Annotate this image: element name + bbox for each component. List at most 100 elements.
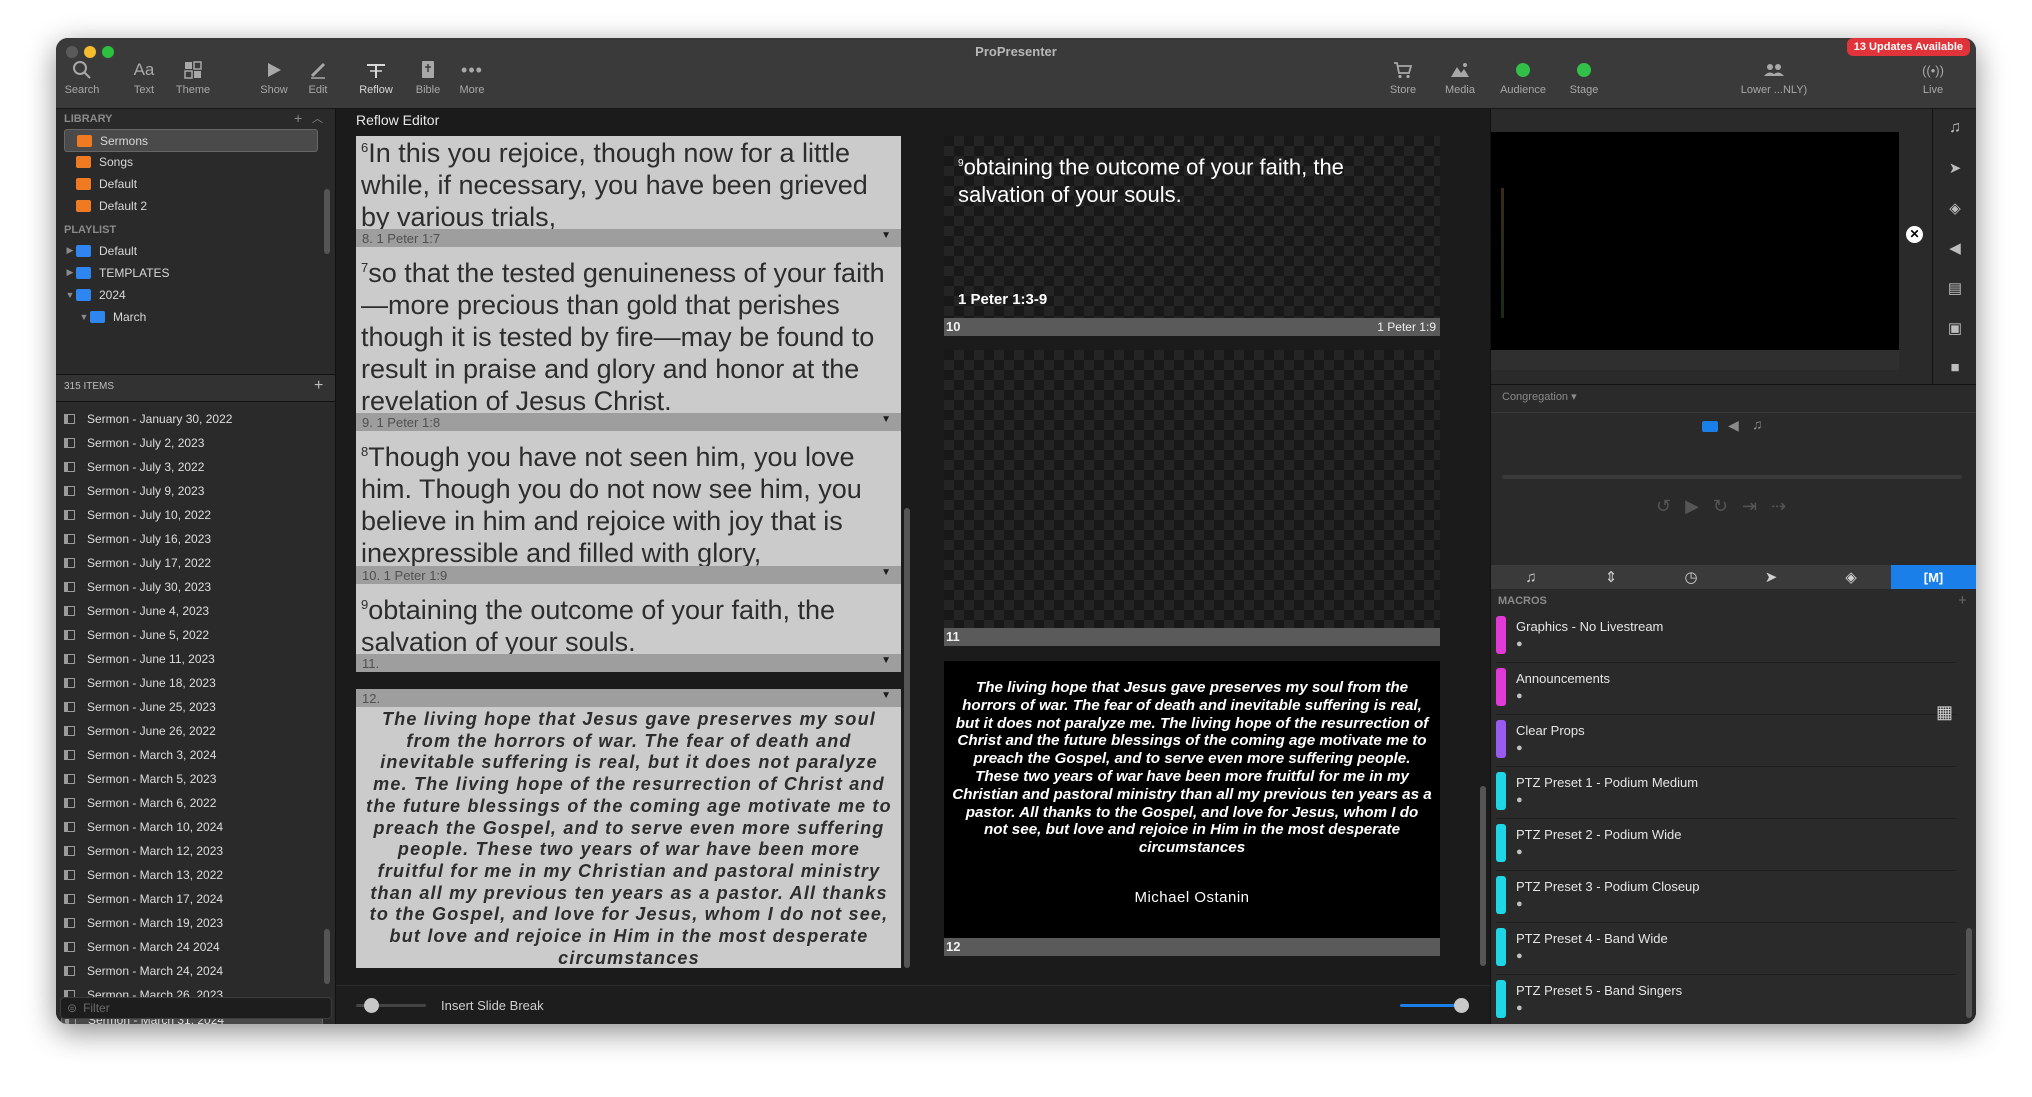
macros-scrollbar[interactable]	[1966, 928, 1972, 1018]
preview-scrollbar[interactable]	[1480, 786, 1486, 966]
chevron-down-icon[interactable]: ▼	[881, 230, 891, 241]
music-icon[interactable]: ♫	[1933, 119, 1976, 137]
messages-icon[interactable]: ▤	[1933, 279, 1976, 297]
more-button[interactable]: ••• More	[454, 56, 490, 104]
presentation-item[interactable]: Sermon - June 25, 2023	[61, 696, 321, 718]
lower-thirds-button[interactable]: Lower ...NLY)	[1736, 56, 1812, 104]
presentation-item[interactable]: Sermon - July 17, 2022	[61, 552, 321, 574]
disclosure-chevron-icon[interactable]: ▼	[78, 312, 90, 322]
presentation-item[interactable]: Sermon - March 13, 2022	[61, 864, 321, 886]
theme-button[interactable]: Theme	[172, 56, 214, 104]
slide-7-text[interactable]: 6In this you rejoice, though now for a l…	[361, 136, 901, 233]
grid-view-icon[interactable]: ▦	[1936, 702, 1953, 723]
layers-icon[interactable]: ◈	[1933, 199, 1976, 217]
music-note-icon[interactable]: ♫	[1752, 416, 1763, 432]
presentation-item[interactable]: Sermon - January 30, 2022	[61, 408, 321, 430]
macro-item[interactable]: Announcements ●	[1496, 663, 1956, 715]
tab-props[interactable]: ◈	[1811, 565, 1891, 589]
filter-field[interactable]: ⊜ Filter	[60, 997, 332, 1019]
presentation-item[interactable]: Sermon - July 30, 2023	[61, 576, 321, 598]
playlist-item[interactable]: ▼ March	[78, 306, 330, 327]
macro-item[interactable]: Clear Props ●	[1496, 715, 1956, 767]
slide-label-10[interactable]: 10. 1 Peter 1:9 ▼	[356, 566, 901, 584]
macro-item[interactable]: PTZ Preset 4 - Band Wide ●	[1496, 923, 1956, 975]
updates-badge[interactable]: 13 Updates Available	[1846, 38, 1970, 56]
chevron-down-icon[interactable]: ▼	[881, 690, 891, 701]
library-item[interactable]: Default	[64, 173, 316, 194]
presentation-item[interactable]: Sermon - July 10, 2022	[61, 504, 321, 526]
speaker-icon[interactable]: ◀	[1728, 417, 1739, 434]
disclosure-chevron-icon[interactable]: ▶	[64, 267, 76, 278]
audience-button[interactable]: Audience	[1496, 56, 1550, 104]
bible-button[interactable]: Bible	[412, 56, 444, 104]
disclosure-chevron-icon[interactable]: ▼	[64, 290, 76, 300]
slide-label-9[interactable]: 9. 1 Peter 1:8 ▼	[356, 413, 901, 431]
library-item[interactable]: Default 2	[64, 195, 316, 216]
chevron-down-icon[interactable]: ▼	[881, 655, 891, 666]
presentation-item[interactable]: Sermon - March 6, 2022	[61, 792, 321, 814]
show-button[interactable]: Show	[256, 56, 292, 104]
add-macro-icon[interactable]: +	[1958, 592, 1967, 609]
left-zoom-slider-knob[interactable]	[364, 998, 379, 1013]
tab-timers[interactable]: ◷	[1651, 565, 1731, 589]
close-icon[interactable]: ✕	[1906, 226, 1923, 243]
library-item[interactable]: Songs	[64, 151, 316, 172]
playlist-item[interactable]: ▼ 2024	[64, 284, 316, 305]
macro-item[interactable]: Graphics - No Livestream ●	[1496, 611, 1956, 663]
presentation-item[interactable]: Sermon - June 18, 2023	[61, 672, 321, 694]
macro-item[interactable]: PTZ Preset 1 - Podium Medium ●	[1496, 767, 1956, 819]
tab-messages[interactable]: ➤	[1731, 565, 1811, 589]
slide-label-11[interactable]: 11. ▼	[356, 654, 901, 672]
macro-item[interactable]: PTZ Preset 3 - Podium Closeup ●	[1496, 871, 1956, 923]
transport-controls[interactable]: ↺▶↻⇥⇢	[1656, 496, 1800, 517]
text-button[interactable]: Aa Text	[126, 56, 162, 104]
video-icon[interactable]: ■	[1933, 359, 1976, 376]
slide-12-text[interactable]: The living hope that Jesus gave preserve…	[362, 709, 896, 968]
presentation-item[interactable]: Sermon - March 3, 2024	[61, 744, 321, 766]
insert-slide-break-button[interactable]: Insert Slide Break	[441, 998, 544, 1013]
stage-button[interactable]: Stage	[1564, 56, 1604, 104]
slide-10-text[interactable]: 9obtaining the outcome of your faith, th…	[361, 589, 901, 658]
macro-item[interactable]: PTZ Preset 2 - Podium Wide ●	[1496, 819, 1956, 871]
presentation-item[interactable]: Sermon - June 26, 2022	[61, 720, 321, 742]
presentation-item[interactable]: Sermon - June 5, 2022	[61, 624, 321, 646]
search-button[interactable]: Search	[62, 56, 102, 104]
slide-label-12[interactable]: 12. ▼	[356, 689, 901, 707]
right-zoom-slider[interactable]	[1400, 1004, 1462, 1007]
library-scrollbar[interactable]	[324, 189, 330, 254]
collapse-library-icon[interactable]: ︿	[312, 110, 323, 126]
store-button[interactable]: Store	[1386, 56, 1420, 104]
add-item-icon[interactable]: +	[314, 377, 323, 395]
presentation-item[interactable]: Sermon - March 19, 2023	[61, 912, 321, 934]
presentation-item[interactable]: Sermon - July 2, 2023	[61, 432, 321, 454]
presentation-item[interactable]: Sermon - March 10, 2024	[61, 816, 321, 838]
tab-macros[interactable]: [M]	[1891, 565, 1976, 589]
slide-preview-12[interactable]: The living hope that Jesus gave preserve…	[944, 661, 1440, 938]
presentation-item[interactable]: Sermon - June 11, 2023	[61, 648, 321, 670]
playlist-item[interactable]: ▶ Default	[64, 240, 316, 261]
reflow-button[interactable]: Reflow	[356, 56, 396, 104]
presentation-item[interactable]: Sermon - March 5, 2023	[61, 768, 321, 790]
presentation-item[interactable]: Sermon - March 12, 2023	[61, 840, 321, 862]
slide-8-text[interactable]: 7so that the tested genuineness of your …	[361, 252, 901, 417]
reflow-text-column[interactable]: 6In this you rejoice, though now for a l…	[356, 136, 901, 968]
send-icon[interactable]: ➤	[1933, 159, 1976, 177]
presentation-item[interactable]: Sermon - July 9, 2023	[61, 480, 321, 502]
chevron-down-icon[interactable]: ▼	[881, 414, 891, 425]
tab-audio[interactable]: ♫	[1491, 565, 1571, 589]
library-item[interactable]: Sermons	[64, 129, 318, 152]
live-button[interactable]: ((•)) Live	[1918, 56, 1948, 104]
right-zoom-slider-knob[interactable]	[1454, 998, 1469, 1013]
announce-icon[interactable]: ◀	[1933, 239, 1976, 257]
slide-preview-10[interactable]: 9obtaining the outcome of your faith, th…	[944, 136, 1440, 318]
edit-button[interactable]: Edit	[302, 56, 334, 104]
presentation-item[interactable]: Sermon - July 16, 2023	[61, 528, 321, 550]
tab-timers-adjust[interactable]: ⇕	[1571, 565, 1651, 589]
editor-scrollbar[interactable]	[904, 508, 910, 968]
slide-9-text[interactable]: 8Though you have not seen him, you love …	[361, 436, 901, 569]
items-scrollbar[interactable]	[324, 929, 330, 984]
presentation-item[interactable]: Sermon - July 3, 2022	[61, 456, 321, 478]
presentation-item[interactable]: Sermon - March 24 2024	[61, 936, 321, 958]
disclosure-chevron-icon[interactable]: ▶	[64, 245, 76, 256]
presentation-item[interactable]: Sermon - June 4, 2023	[61, 600, 321, 622]
